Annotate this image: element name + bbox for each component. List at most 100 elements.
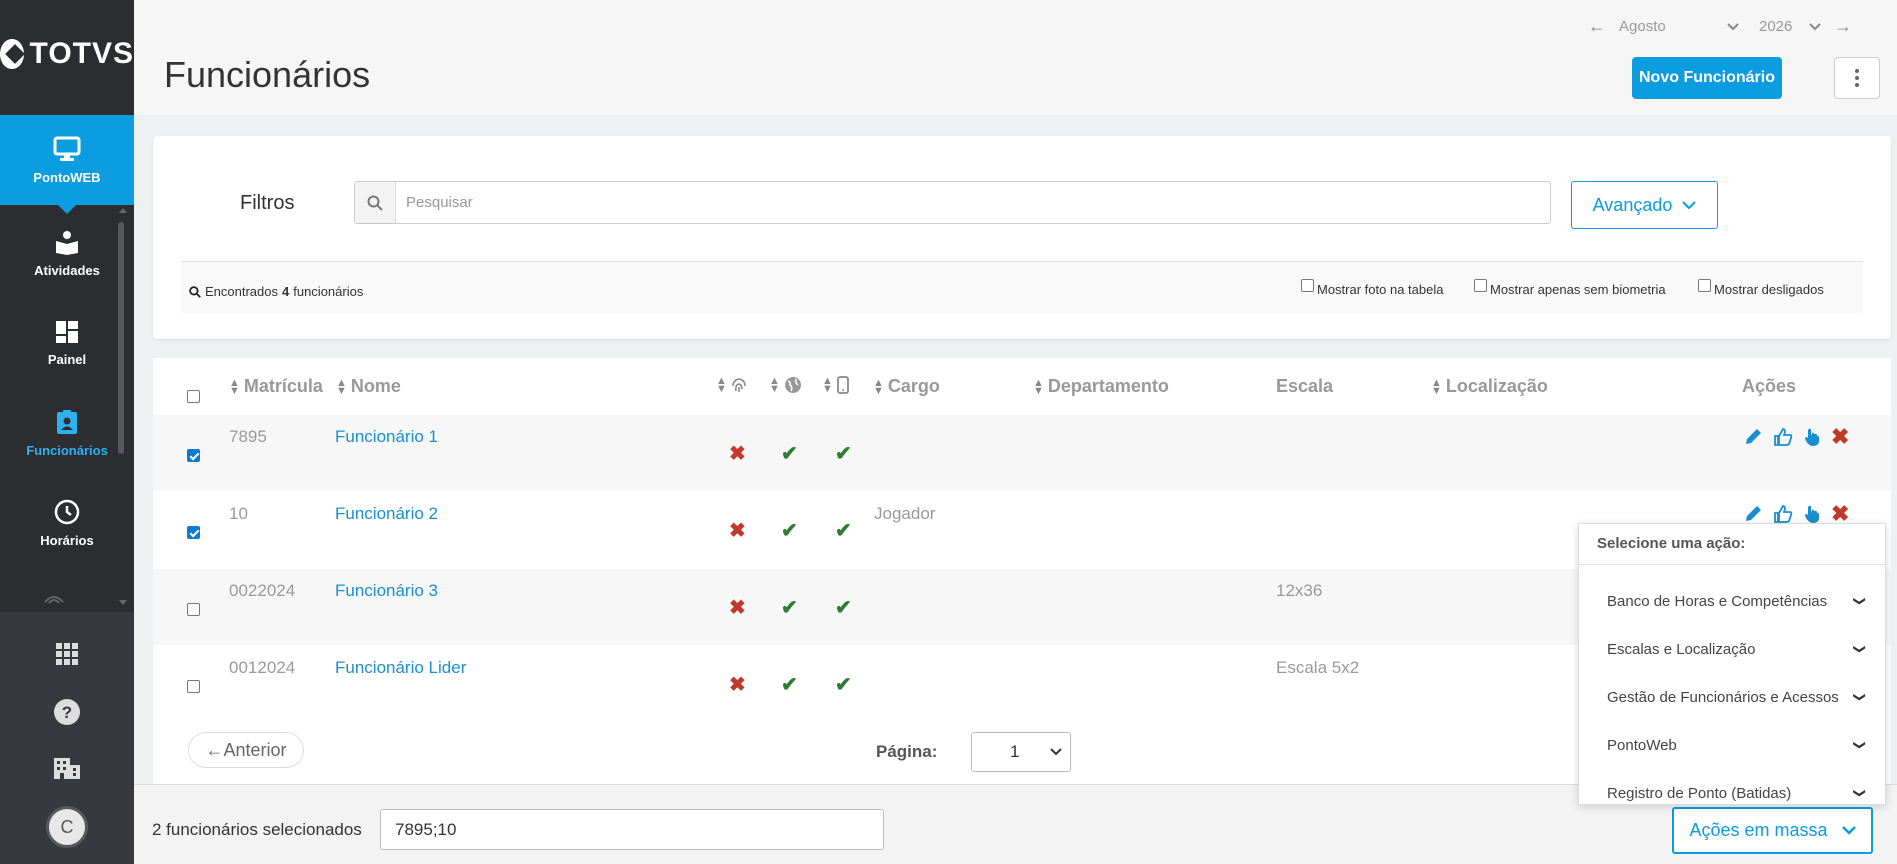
sidebar: TOTVS PontoWEB Atividades Painel Funcion… (0, 0, 134, 864)
svg-text:?: ? (62, 703, 72, 722)
period-selector: ← Agosto 2026 → (1585, 16, 1855, 37)
filters-card: Filtros Avançado Encontrados 4 funcionár… (153, 136, 1891, 339)
mobile-enabled-check-icon: ✔ (835, 674, 852, 696)
building-icon (54, 758, 80, 779)
globe-icon (784, 377, 801, 393)
column-header-departamento[interactable]: ▲ ▼ Departamento (1033, 376, 1169, 397)
row-matricula: 0022024 (229, 581, 296, 600)
sidebar-item-label: PontoWEB (33, 169, 101, 185)
clock-icon (54, 499, 80, 524)
column-header-escala: Escala (1276, 376, 1334, 396)
sidebar-item-horarios[interactable]: Horários (0, 478, 134, 568)
chevron-down-icon: ❯ (1852, 787, 1867, 799)
column-header-biometria[interactable]: ▲ ▼ (716, 376, 747, 395)
mobile-enabled-check-icon: ✔ (835, 520, 852, 542)
year-select[interactable]: 2026 (1759, 18, 1821, 35)
sidebar-item-label: Horários (40, 532, 94, 548)
no-biometry-x-icon: ✖ (729, 674, 746, 696)
logo-text: TOTVS (29, 37, 134, 70)
scroll-up-arrow[interactable] (119, 208, 127, 213)
delete-x-icon[interactable]: ✖ (1831, 503, 1849, 525)
no-biometry-option[interactable]: Mostrar apenas sem biometria (1474, 277, 1666, 297)
delete-x-icon[interactable]: ✖ (1831, 426, 1849, 448)
totvs-logo[interactable]: TOTVS (0, 28, 134, 80)
company-button[interactable] (0, 756, 134, 780)
column-header-cargo[interactable]: ▲ ▼ Cargo (873, 376, 940, 397)
menu-item-escalas[interactable]: Escalas e Localização ❯ (1607, 634, 1867, 664)
advanced-filter-button[interactable]: Avançado (1571, 181, 1718, 229)
row-employee-name-link[interactable]: Funcionário 1 (335, 427, 438, 447)
hand-pointer-icon[interactable] (1803, 427, 1821, 447)
row-checkbox[interactable] (187, 526, 200, 539)
show-dismissed-option[interactable]: Mostrar desligados (1698, 277, 1824, 297)
help-button[interactable]: ? (0, 698, 134, 726)
sidebar-item-painel[interactable]: Painel (0, 298, 134, 388)
previous-month-arrow-icon[interactable]: ← (1585, 16, 1609, 37)
search-box (354, 181, 1551, 224)
new-employee-button[interactable]: Novo Funcionário (1632, 57, 1782, 99)
row-matricula: 7895 (229, 427, 267, 446)
apps-grid-button[interactable] (0, 642, 134, 666)
menu-item-pontoweb[interactable]: PontoWeb ❯ (1607, 730, 1867, 760)
mass-actions-button[interactable]: Ações em massa (1672, 807, 1873, 854)
row-employee-name-link[interactable]: Funcionário Lider (335, 658, 466, 678)
menu-item-banco-de-horas[interactable]: Banco de Horas e Competências ❯ (1607, 586, 1867, 616)
row-checkbox[interactable] (187, 603, 200, 616)
scroll-down-arrow[interactable] (119, 600, 127, 605)
web-enabled-check-icon: ✔ (781, 443, 798, 465)
select-all-checkbox[interactable] (187, 390, 200, 403)
menu-title: Selecione uma ação: (1597, 535, 1746, 552)
sidebar-scrollbar[interactable] (118, 222, 124, 454)
fingerprint-icon (732, 378, 746, 392)
sidebar-item-funcionarios[interactable]: Funcionários (0, 388, 134, 478)
page-select[interactable]: 1 (971, 732, 1071, 772)
edit-pencil-icon[interactable] (1743, 427, 1763, 447)
sidebar-bottom: ? C (0, 612, 134, 864)
chevron-down-icon: ❯ (1852, 595, 1867, 607)
row-employee-name-link[interactable]: Funcionário 2 (335, 504, 438, 524)
menu-item-gestao[interactable]: Gestão de Funcionários e Acessos ❯ (1607, 682, 1867, 712)
page-value: 1 (1010, 742, 1020, 761)
edit-pencil-icon[interactable] (1743, 504, 1763, 524)
more-options-button[interactable] (1834, 57, 1880, 99)
no-biometry-checkbox[interactable] (1474, 279, 1487, 292)
sidebar-item-pontoweb[interactable]: PontoWEB (0, 115, 134, 214)
advanced-filter-label: Avançado (1592, 194, 1673, 215)
column-header-mobile[interactable]: ▲ ▼ (822, 376, 849, 395)
column-header-nome[interactable]: ▲ ▼ Nome (336, 376, 401, 397)
row-employee-name-link[interactable]: Funcionário 3 (335, 581, 438, 601)
previous-page-button[interactable]: ←Anterior (188, 732, 304, 768)
next-month-arrow-icon[interactable]: → (1831, 16, 1855, 37)
show-photo-option[interactable]: Mostrar foto na tabela (1301, 277, 1443, 297)
thumbs-up-icon[interactable] (1773, 504, 1793, 524)
column-header-acoes: Ações (1742, 376, 1797, 396)
chevron-down-icon: ❯ (1852, 691, 1867, 703)
selected-ids-field[interactable] (380, 809, 884, 850)
month-select[interactable]: Agosto (1619, 18, 1739, 35)
chevron-down-icon: ❯ (1852, 739, 1867, 751)
chevron-down-icon (1727, 22, 1739, 30)
results-number: 4 (282, 284, 290, 299)
row-checkbox[interactable] (187, 680, 200, 693)
menu-item-registro-ponto[interactable]: Registro de Ponto (Batidas) ❯ (1607, 778, 1867, 808)
vertical-dots-icon (1855, 69, 1859, 87)
show-dismissed-checkbox[interactable] (1698, 279, 1711, 292)
show-photo-checkbox[interactable] (1301, 279, 1314, 292)
user-menu-button[interactable]: C (0, 806, 134, 848)
search-input[interactable] (396, 183, 1550, 222)
page-label: Página: (876, 742, 938, 761)
column-header-web[interactable]: ▲ ▼ (769, 376, 802, 395)
show-photo-label: Mostrar foto na tabela (1317, 282, 1444, 297)
row-matricula: 10 (229, 504, 248, 523)
row-cargo: Jogador (874, 504, 936, 523)
row-checkbox[interactable] (187, 449, 200, 462)
chevron-down-icon (1682, 200, 1697, 209)
sidebar-item-atividades[interactable]: Atividades (0, 208, 134, 298)
thumbs-up-icon[interactable] (1773, 427, 1793, 447)
column-header-matricula[interactable]: ▲ ▼ Matrícula (229, 376, 323, 397)
search-icon (189, 285, 201, 298)
chevron-down-icon (1809, 22, 1821, 30)
column-header-localizacao[interactable]: ▲ ▼ Localização (1431, 376, 1548, 397)
sort-icon: ▲ ▼ (336, 376, 347, 397)
hand-pointer-icon[interactable] (1803, 504, 1821, 524)
